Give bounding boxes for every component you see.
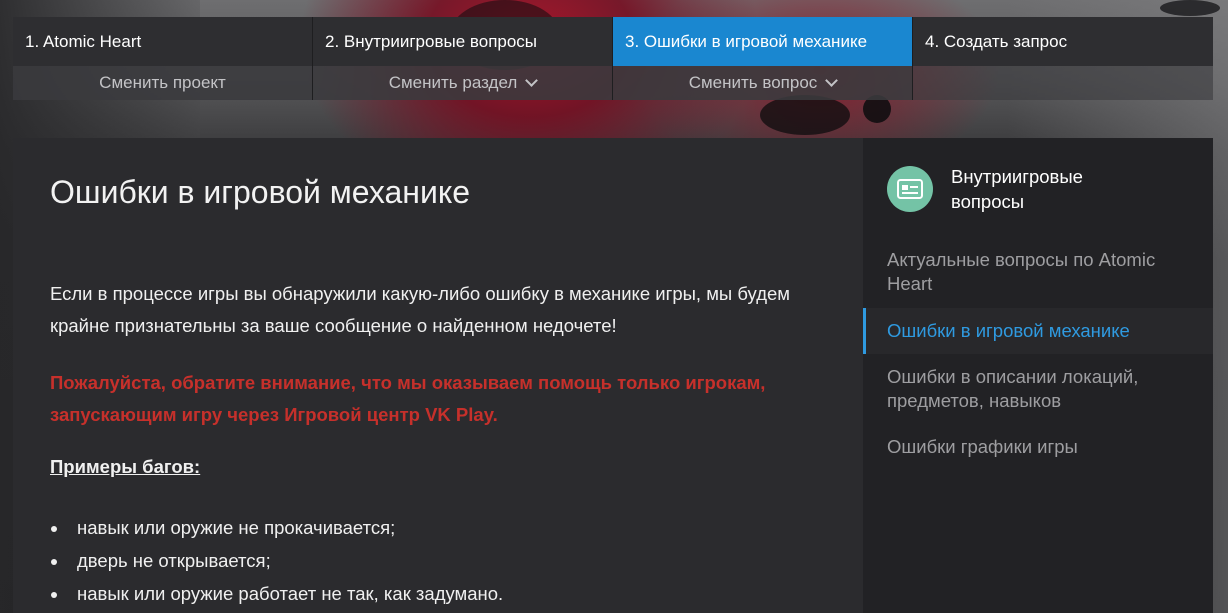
id-card-icon: [887, 166, 933, 212]
bug-examples-list: навык или оружие не прокачивается; дверь…: [50, 511, 503, 610]
step-create-request-sub: [913, 66, 1213, 100]
step-question-link[interactable]: 3. Ошибки в игровой механике: [613, 17, 912, 66]
change-project-button[interactable]: Сменить проект: [13, 66, 312, 100]
sidebar-item-description-bugs[interactable]: Ошибки в описании локаций, предметов, на…: [863, 365, 1213, 413]
change-question-dropdown[interactable]: Сменить вопрос: [613, 66, 912, 100]
change-project-label: Сменить проект: [99, 73, 226, 92]
list-item: дверь не открывается;: [50, 544, 503, 577]
change-section-dropdown[interactable]: Сменить раздел: [313, 66, 612, 100]
section-sidebar: Внутриигровые вопросы Актуальные вопросы…: [863, 138, 1213, 613]
sidebar-title: Внутриигровые вопросы: [951, 166, 1083, 212]
chevron-down-icon: [825, 74, 839, 87]
step-project: 1. Atomic Heart Сменить проект: [13, 17, 313, 100]
step-section: 2. Внутриигровые вопросы Сменить раздел: [313, 17, 613, 100]
step-navigation: 1. Atomic Heart Сменить проект 2. Внутри…: [13, 17, 1213, 100]
article-intro: Если в процессе игры вы обнаружили какую…: [50, 283, 790, 336]
step-create-request-link[interactable]: 4. Создать запрос: [913, 17, 1213, 66]
step-section-link[interactable]: 2. Внутриигровые вопросы: [313, 17, 612, 66]
sidebar-question-list: Актуальные вопросы по Atomic Heart Ошибк…: [863, 248, 1213, 459]
background-splatter: [760, 95, 850, 135]
article-card: Ошибки в игровой механике Если в процесс…: [13, 138, 863, 613]
page-title: Ошибки в игровой механике: [50, 174, 470, 210]
sidebar-item-graphics-bugs[interactable]: Ошибки графики игры: [863, 435, 1213, 459]
sidebar-item-game-mechanics-bugs[interactable]: Ошибки в игровой механике: [863, 308, 1213, 354]
examples-heading: Примеры багов:: [50, 456, 201, 477]
article-warning: Пожалуйста, обратите внимание, что мы ок…: [50, 372, 766, 425]
step-create-request: 4. Создать запрос: [913, 17, 1213, 100]
change-section-label: Сменить раздел: [388, 73, 518, 92]
change-question-label: Сменить вопрос: [688, 73, 818, 92]
step-question: 3. Ошибки в игровой механике Сменить воп…: [613, 17, 913, 100]
sidebar-item-actual-questions[interactable]: Актуальные вопросы по Atomic Heart: [863, 248, 1213, 296]
background-splatter: [1160, 0, 1220, 16]
chevron-down-icon: [525, 74, 539, 87]
list-item: навык или оружие работает не так, как за…: [50, 577, 503, 610]
step-project-link[interactable]: 1. Atomic Heart: [13, 17, 312, 66]
list-item: навык или оружие не прокачивается;: [50, 511, 503, 544]
sidebar-header: Внутриигровые вопросы: [887, 164, 1151, 214]
